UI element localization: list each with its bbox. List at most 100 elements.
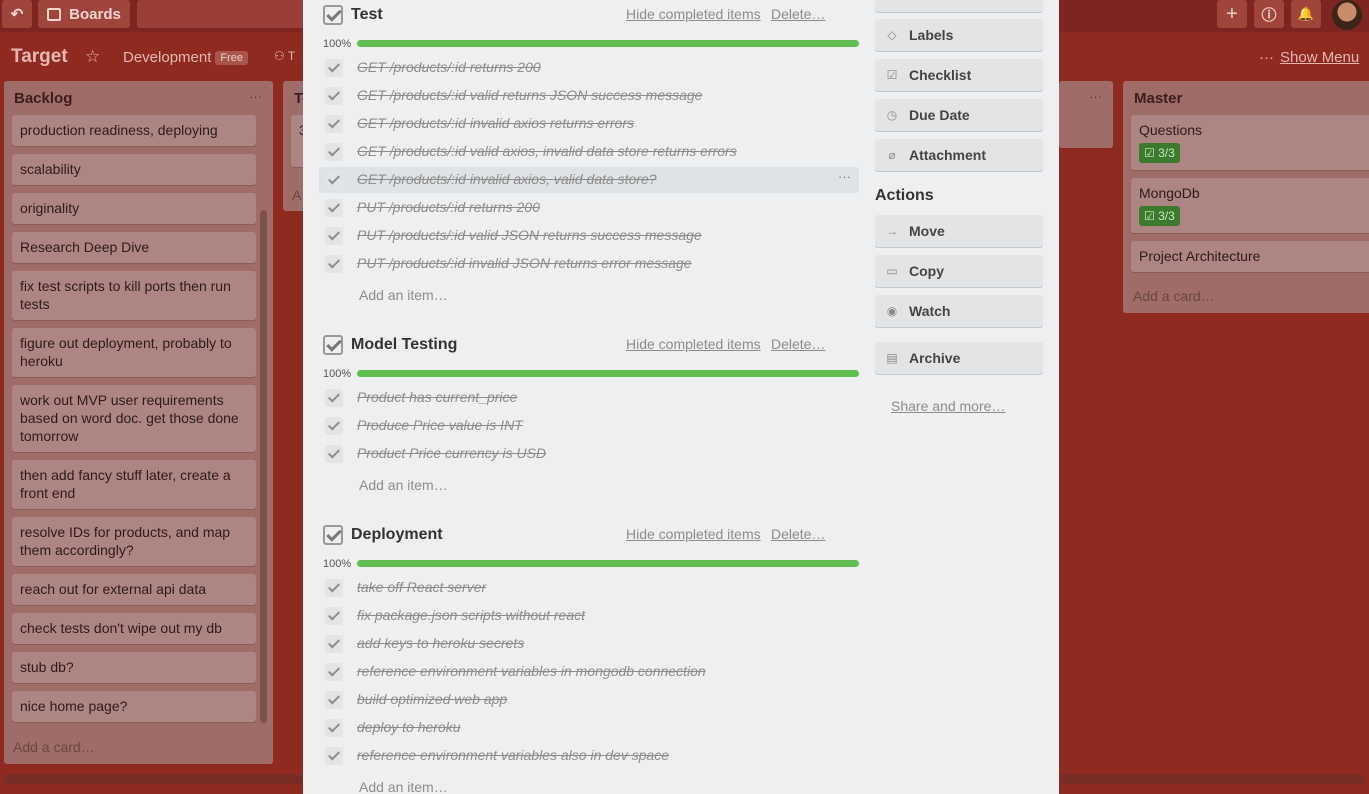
list-card[interactable]: production readiness, deploying bbox=[12, 115, 256, 146]
checklist-item-text[interactable]: Product has current_price bbox=[357, 389, 517, 405]
list-scrollbar[interactable] bbox=[260, 210, 267, 723]
notifications-button[interactable]: 🔔 bbox=[1291, 0, 1321, 28]
checklist-item-text[interactable]: GET /products/:id valid axios, invalid d… bbox=[357, 143, 737, 159]
checkbox[interactable] bbox=[325, 143, 343, 161]
attachment-button[interactable]: ⌀ Attachment bbox=[875, 139, 1043, 171]
list-card[interactable]: Questions ☑ 3/3 bbox=[1131, 115, 1369, 170]
list-card[interactable]: fix test scripts to kill ports then run … bbox=[12, 271, 256, 320]
checkbox[interactable] bbox=[325, 227, 343, 245]
delete-checklist-link[interactable]: Delete… bbox=[771, 526, 825, 542]
checkbox[interactable] bbox=[325, 445, 343, 463]
info-button[interactable]: ⓘ bbox=[1254, 0, 1284, 28]
checkbox[interactable] bbox=[325, 389, 343, 407]
checkbox[interactable] bbox=[325, 635, 343, 653]
list-card[interactable]: figure out deployment, probably to herok… bbox=[12, 328, 256, 377]
checkbox[interactable] bbox=[325, 87, 343, 105]
star-icon[interactable]: ☆ bbox=[85, 47, 100, 67]
share-and-more-link[interactable]: Share and more… bbox=[891, 398, 1005, 414]
checklist-item[interactable]: fix package.json scripts without react bbox=[319, 603, 859, 629]
checklist-item[interactable]: deploy to heroku bbox=[319, 715, 859, 741]
checklist-item[interactable]: PUT /products/:id valid JSON returns suc… bbox=[319, 223, 859, 249]
add-button[interactable]: + bbox=[1217, 0, 1247, 28]
checklist-item-text[interactable]: reference environment variables in mongo… bbox=[357, 663, 706, 679]
checklist-title[interactable]: Test bbox=[351, 6, 383, 24]
checkbox[interactable] bbox=[325, 417, 343, 435]
boards-button[interactable]: Boards bbox=[38, 0, 130, 28]
list-card[interactable]: Project Architecture bbox=[1131, 241, 1369, 272]
list-title[interactable]: Master bbox=[1134, 90, 1182, 107]
checkbox[interactable] bbox=[325, 607, 343, 625]
checklist-item[interactable]: GET /products/:id valid returns JSON suc… bbox=[319, 83, 859, 109]
checkbox[interactable] bbox=[325, 691, 343, 709]
show-menu-button[interactable]: ··· Show Menu bbox=[1259, 49, 1359, 66]
checklist-item-text[interactable]: PUT /products/:id returns 200 bbox=[357, 199, 540, 215]
checklist-item[interactable]: PUT /products/:id returns 200 bbox=[319, 195, 859, 221]
avatar[interactable] bbox=[1332, 0, 1362, 30]
checkbox[interactable] bbox=[325, 59, 343, 77]
list-card[interactable]: stub db? bbox=[12, 652, 256, 683]
checklist-title[interactable]: Model Testing bbox=[351, 336, 457, 354]
team-name[interactable]: Development Free bbox=[123, 49, 249, 66]
checklist-item[interactable]: reference environment variables also in … bbox=[319, 743, 859, 769]
list-card[interactable]: Research Deep Dive bbox=[12, 232, 256, 263]
checklist-item-text[interactable]: GET /products/:id invalid axios, valid d… bbox=[357, 171, 657, 187]
item-options-icon[interactable]: ··· bbox=[838, 169, 851, 184]
checklist-item[interactable]: GET /products/:id valid axios, invalid d… bbox=[319, 139, 859, 165]
checklist-item[interactable]: add keys to heroku secrets bbox=[319, 631, 859, 657]
archive-button[interactable]: ▤ Archive bbox=[875, 342, 1043, 374]
checklist-item-text[interactable]: fix package.json scripts without react bbox=[357, 607, 585, 623]
list-card[interactable]: resolve IDs for products, and map them a… bbox=[12, 517, 256, 566]
list-title[interactable]: Backlog bbox=[14, 90, 72, 107]
add-item-button[interactable]: Add an item… bbox=[359, 287, 448, 303]
due-date-button[interactable]: ◷ Due Date bbox=[875, 99, 1043, 131]
move-button[interactable]: → Move bbox=[875, 215, 1043, 247]
list-card[interactable]: work out MVP user requirements based on … bbox=[12, 385, 256, 452]
search-input[interactable] bbox=[137, 0, 307, 28]
checkbox[interactable] bbox=[325, 171, 343, 189]
checkbox[interactable] bbox=[325, 199, 343, 217]
delete-checklist-link[interactable]: Delete… bbox=[771, 6, 825, 22]
checkbox[interactable] bbox=[325, 579, 343, 597]
list-card[interactable]: reach out for external api data bbox=[12, 574, 256, 605]
checkbox[interactable] bbox=[325, 747, 343, 765]
checklist-title[interactable]: Deployment bbox=[351, 526, 443, 544]
list-card[interactable]: MongoDb ☑ 3/3 bbox=[1131, 178, 1369, 233]
team-visibility-icon[interactable]: ⚇ T bbox=[274, 49, 295, 63]
list-card[interactable]: scalability bbox=[12, 154, 256, 185]
checklist-item[interactable]: Product has current_price bbox=[319, 385, 859, 411]
labels-button[interactable]: ◇ Labels bbox=[875, 19, 1043, 51]
checklist-item-text[interactable]: GET /products/:id valid returns JSON suc… bbox=[357, 87, 702, 103]
add-card-button[interactable]: Add a card… bbox=[1133, 288, 1215, 304]
delete-checklist-link[interactable]: Delete… bbox=[771, 336, 825, 352]
checklist-button[interactable]: ☑ Checklist bbox=[875, 59, 1043, 91]
checklist-item-text[interactable]: GET /products/:id invalid axios returns … bbox=[357, 115, 634, 131]
checklist-item-text[interactable]: deploy to heroku bbox=[357, 719, 461, 735]
hide-completed-link[interactable]: Hide completed items bbox=[626, 6, 761, 22]
checklist-item-text[interactable]: take off React server bbox=[357, 579, 486, 595]
checklist-item[interactable]: reference environment variables in mongo… bbox=[319, 659, 859, 685]
checklist-item[interactable]: take off React server bbox=[319, 575, 859, 601]
add-item-button[interactable]: Add an item… bbox=[359, 779, 448, 794]
watch-button[interactable]: ◉ Watch bbox=[875, 295, 1043, 327]
checklist-item[interactable]: GET /products/:id invalid axios, valid d… bbox=[319, 167, 859, 193]
board-title[interactable]: Target bbox=[11, 46, 68, 68]
checklist-item-text[interactable]: Product Price currency is USD bbox=[357, 445, 546, 461]
add-item-button[interactable]: Add an item… bbox=[359, 477, 448, 493]
checklist-item[interactable]: GET /products/:id returns 200 bbox=[319, 55, 859, 81]
list-menu-icon[interactable]: ··· bbox=[1089, 89, 1102, 104]
checklist-item-text[interactable]: add keys to heroku secrets bbox=[357, 635, 524, 651]
list-card[interactable]: nice home page? bbox=[12, 691, 256, 722]
checkbox[interactable] bbox=[325, 255, 343, 273]
copy-button[interactable]: ▭ Copy bbox=[875, 255, 1043, 287]
sidebar-top-button[interactable] bbox=[875, 0, 1043, 12]
checklist-item-text[interactable]: build optimized web app bbox=[357, 691, 507, 707]
list-card[interactable]: then add fancy stuff later, create a fro… bbox=[12, 460, 256, 509]
checklist-item-text[interactable]: PUT /products/:id invalid JSON returns e… bbox=[357, 255, 692, 271]
list-card[interactable]: originality bbox=[12, 193, 256, 224]
checklist-item[interactable]: Produce Price value is INT bbox=[319, 413, 859, 439]
list-menu-icon[interactable]: ··· bbox=[249, 89, 262, 104]
checklist-item[interactable]: Product Price currency is USD bbox=[319, 441, 859, 467]
checklist-item[interactable]: GET /products/:id invalid axios returns … bbox=[319, 111, 859, 137]
hide-completed-link[interactable]: Hide completed items bbox=[626, 526, 761, 542]
checkbox[interactable] bbox=[325, 719, 343, 737]
